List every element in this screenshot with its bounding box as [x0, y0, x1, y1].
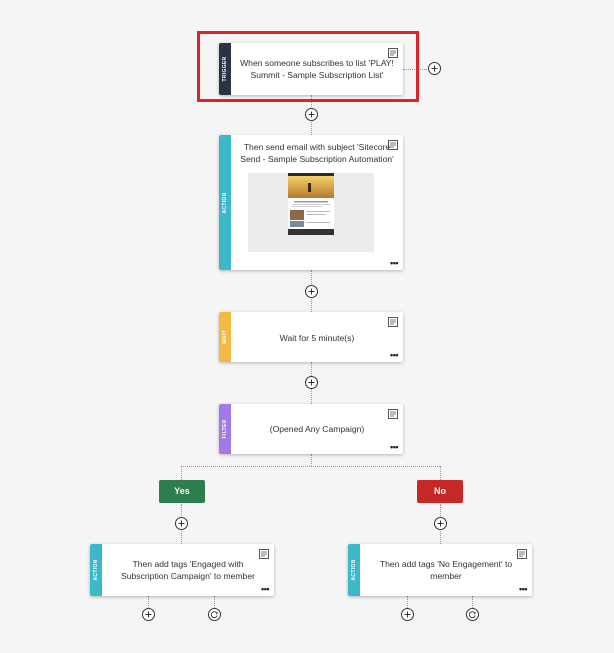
add-step-icon[interactable]: [305, 376, 318, 389]
action-strip: ACTION: [348, 544, 360, 596]
more-options-icon[interactable]: •••: [261, 585, 269, 594]
action-strip-label: ACTION: [93, 559, 99, 581]
yes-branch-button[interactable]: Yes: [159, 480, 205, 503]
action-strip-label: ACTION: [222, 192, 228, 213]
connector: [214, 596, 215, 608]
action-strip: ACTION: [219, 135, 231, 270]
send-email-text: Then send email with subject 'Sitecore S…: [240, 142, 394, 164]
wait-text: Wait for 5 minute(s): [279, 333, 355, 343]
note-icon[interactable]: [517, 549, 527, 559]
filter-strip-label: FILTER: [222, 419, 228, 439]
add-step-icon[interactable]: [428, 62, 441, 75]
send-email-card[interactable]: ACTION Then send email with subject 'Sit…: [219, 135, 403, 270]
connector: [148, 596, 149, 608]
connector: [311, 454, 312, 466]
wait-strip: WAIT: [219, 312, 231, 362]
add-step-icon[interactable]: [175, 517, 188, 530]
filter-card[interactable]: FILTER (Opened Any Campaign) •••: [219, 404, 403, 454]
note-icon[interactable]: [388, 140, 398, 150]
filter-strip: FILTER: [219, 404, 231, 454]
connector: [440, 466, 441, 480]
loop-icon[interactable]: [466, 608, 479, 621]
no-branch-button[interactable]: No: [417, 480, 463, 503]
filter-text: (Opened Any Campaign): [269, 424, 365, 434]
add-step-icon[interactable]: [305, 285, 318, 298]
connector: [181, 466, 182, 480]
action-strip-label: ACTION: [351, 559, 357, 581]
note-icon[interactable]: [388, 409, 398, 419]
selection-highlight: [197, 31, 419, 102]
automation-canvas: TRIGGER When someone subscribes to list …: [0, 0, 614, 653]
more-options-icon[interactable]: •••: [390, 259, 398, 268]
wait-card[interactable]: WAIT Wait for 5 minute(s) •••: [219, 312, 403, 362]
note-icon[interactable]: [259, 549, 269, 559]
add-step-icon[interactable]: [434, 517, 447, 530]
add-step-icon[interactable]: [305, 108, 318, 121]
add-step-icon[interactable]: [401, 608, 414, 621]
connector: [472, 596, 473, 608]
loop-icon[interactable]: [208, 608, 221, 621]
email-preview[interactable]: [248, 173, 374, 252]
connector: [181, 466, 440, 467]
add-tag-engaged-card[interactable]: ACTION Then add tags 'Engaged with Subsc…: [90, 544, 274, 596]
connector: [407, 596, 408, 608]
add-tag-engaged-text: Then add tags 'Engaged with Subscription…: [121, 559, 255, 581]
email-thumbnail: [288, 173, 334, 235]
action-strip: ACTION: [90, 544, 102, 596]
more-options-icon[interactable]: •••: [390, 351, 398, 360]
more-options-icon[interactable]: •••: [519, 585, 527, 594]
note-icon[interactable]: [388, 317, 398, 327]
add-tag-no-engagement-card[interactable]: ACTION Then add tags 'No Engagement' to …: [348, 544, 532, 596]
add-step-icon[interactable]: [142, 608, 155, 621]
add-tag-no-engagement-text: Then add tags 'No Engagement' to member: [379, 559, 513, 581]
wait-strip-label: WAIT: [222, 330, 228, 344]
more-options-icon[interactable]: •••: [390, 443, 398, 452]
